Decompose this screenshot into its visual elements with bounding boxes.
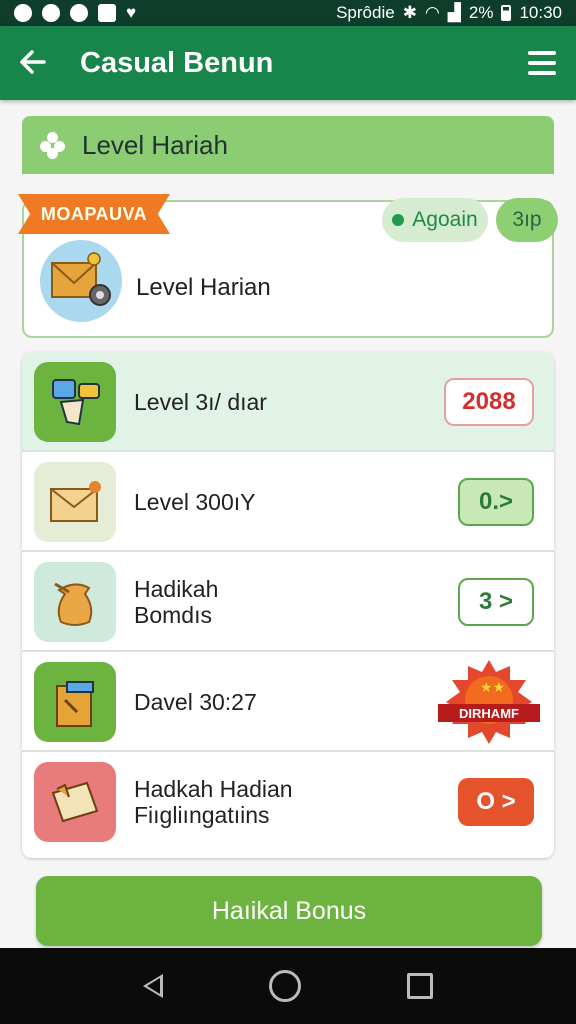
- clover-icon: [40, 132, 66, 159]
- signal-icon: ▟: [447, 3, 461, 22]
- reward-label: DIRHAMF: [459, 706, 519, 721]
- row-label-line2: Bomdıs: [134, 602, 212, 628]
- clock: 10:30: [519, 3, 562, 22]
- message-icon: [42, 4, 60, 22]
- back-arrow-icon[interactable]: [20, 45, 70, 82]
- go-button[interactable]: 3 >: [458, 578, 534, 626]
- envelope-gear-icon: [40, 240, 122, 322]
- app-bar: Casual Benun: [0, 26, 576, 100]
- circle-icon: [70, 4, 88, 22]
- featured-ribbon: MOAPAUVA: [18, 194, 170, 234]
- list-item[interactable]: Hadikah Bomdıs 3 >: [22, 552, 554, 652]
- chat-icon: [14, 4, 32, 22]
- ticket-icon: [34, 762, 116, 842]
- row-label-line1: Hadkah Hadian: [134, 776, 293, 802]
- go-button[interactable]: 0.>: [458, 478, 534, 526]
- nav-recents-icon[interactable]: [407, 973, 433, 999]
- battery-icon: [501, 5, 512, 21]
- nav-home-icon[interactable]: [269, 970, 301, 1002]
- gift-box-icon: [34, 662, 116, 742]
- row-label: Hadikah Bomdıs: [134, 576, 218, 628]
- list-item[interactable]: Level 300ıY 0.>: [22, 452, 554, 552]
- featured-label: Level Harian: [136, 274, 271, 301]
- points-button[interactable]: 3ıp: [496, 198, 558, 242]
- level-list: Level 3ı/ dıar 2088 Level 300ıY 0.> Hadi…: [22, 352, 554, 858]
- page-title: Casual Benun: [80, 46, 274, 79]
- puzzle-pieces-icon: [34, 362, 116, 442]
- system-nav-bar: [0, 948, 576, 1024]
- battery-level: 2%: [468, 3, 494, 22]
- list-item[interactable]: Davel 30:27 ★★ DIRHAMF: [22, 652, 554, 752]
- notification-icons: ♥: [14, 3, 136, 23]
- svg-text:★★: ★★: [480, 680, 505, 696]
- bonus-button[interactable]: Haıikal Bonus: [36, 876, 542, 946]
- status-bar: ♥ Sprôdie ✱ ◠ ▟ 2% 10:30: [0, 0, 576, 26]
- featured-card[interactable]: MOAPAUVA Agoain 3ıp Level Harian: [18, 194, 558, 338]
- sack-icon: [34, 562, 116, 642]
- location-icon: [392, 214, 405, 226]
- heart-icon: ♥: [126, 3, 137, 22]
- section-title: Level Hariah: [82, 129, 228, 160]
- status-text: Sprôdie: [336, 3, 395, 22]
- row-label-line2: Fiıgliıngatıins: [134, 802, 270, 828]
- menu-icon[interactable]: [528, 51, 556, 75]
- again-label: Agoain: [412, 208, 478, 231]
- list-item[interactable]: Level 3ı/ dıar 2088: [22, 352, 554, 452]
- check-icon: [98, 4, 116, 22]
- wifi-icon: ◠: [424, 3, 440, 22]
- row-label: Hadkah Hadian Fiıgliıngatıins: [134, 776, 293, 828]
- envelope-icon: [34, 462, 116, 542]
- nav-back-icon[interactable]: [143, 974, 163, 998]
- list-item[interactable]: Hadkah Hadian Fiıgliıngatıins O >: [22, 752, 554, 852]
- go-button[interactable]: O >: [458, 778, 534, 826]
- row-label-line1: Hadikah: [134, 576, 219, 602]
- row-label: Davel 30:27: [134, 689, 257, 715]
- again-button[interactable]: Agoain: [382, 198, 488, 242]
- row-label: Level 3ı/ dıar: [134, 389, 267, 415]
- row-label: Level 300ıY: [134, 489, 256, 515]
- bluetooth-icon: ✱: [402, 3, 417, 22]
- reward-starburst-icon[interactable]: ★★ DIRHAMF: [438, 658, 540, 746]
- section-header: Level Hariah: [22, 116, 554, 174]
- score-badge[interactable]: 2088: [444, 378, 534, 426]
